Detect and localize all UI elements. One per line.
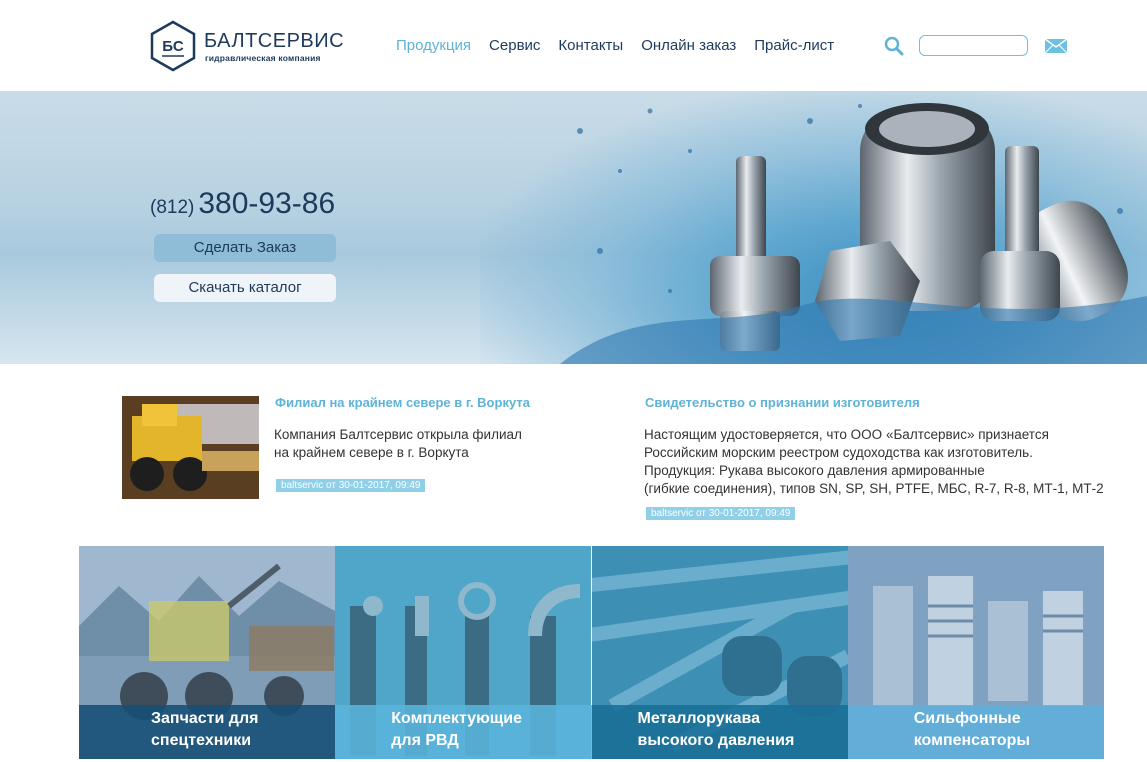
download-catalog-button[interactable]: Скачать каталог <box>154 274 336 302</box>
tile-label-line: для РВД <box>391 732 459 749</box>
logo-tagline: гидравлическая компания <box>205 53 321 63</box>
phone-digits: 380-93-86 <box>198 187 336 220</box>
tile-label-line: высокого давления <box>637 732 795 749</box>
tile-metal-hoses[interactable]: Металлорукава высокого давления <box>591 546 848 759</box>
news-title[interactable]: Свидетельство о признании изготовителя <box>645 395 920 410</box>
news-text-line: Продукция: Рукава высокого давления арми… <box>644 463 985 478</box>
news-title[interactable]: Филиал на крайнем севере в г. Воркута <box>275 395 530 410</box>
tile-label-line: Запчасти для <box>151 710 259 727</box>
tile-label: Сильфонные компенсаторы <box>914 708 1030 752</box>
news-meta-badge: baltservic от 30-01-2017, 09:49 <box>646 507 796 520</box>
tile-label: Комплектующие для РВД <box>391 708 522 752</box>
search-input[interactable] <box>919 35 1028 56</box>
tile-label-line: спецтехники <box>151 732 252 749</box>
tile-label-line: Комплектующие <box>391 710 522 727</box>
tile-label: Металлорукава высокого давления <box>638 708 795 752</box>
nav-item-products[interactable]: Продукция <box>396 37 471 54</box>
logo-hexagon-icon: БС <box>150 20 196 72</box>
news-text-line: Российским морским реестром судоходства … <box>644 445 1033 460</box>
hydraulic-fittings-image <box>560 103 1147 364</box>
svg-text:БС: БС <box>162 38 184 55</box>
news-text-line: на крайнем севере в г. Воркута <box>274 445 469 460</box>
tile-label-line: Сильфонные <box>913 710 1021 727</box>
tile-hose-components[interactable]: Комплектующие для РВД <box>335 546 592 759</box>
news-meta-badge: baltservic от 30-01-2017, 09:49 <box>276 479 426 492</box>
tile-bellows-compensators[interactable]: Сильфонные компенсаторы <box>847 546 1104 759</box>
nav-item-price-list[interactable]: Прайс-лист <box>754 37 834 54</box>
phone-code: (812) <box>150 197 195 218</box>
nav-item-online-order[interactable]: Онлайн заказ <box>641 37 736 54</box>
logo-name: БАЛТСЕРВИС <box>204 30 345 52</box>
news-text-line: (гибкие соединения), типов SN, SP, SH, P… <box>644 481 1104 496</box>
phone-number: (812) 380-93-86 <box>150 187 335 221</box>
tile-label-line: Металлорукава <box>637 710 761 727</box>
nav-item-service[interactable]: Сервис <box>489 37 540 54</box>
order-button[interactable]: Сделать Заказ <box>154 234 336 262</box>
main-nav: Продукция Сервис Контакты Онлайн заказ П… <box>396 37 834 54</box>
hero-banner: (812) 380-93-86 Сделать Заказ Скачать кат… <box>0 91 1147 364</box>
tile-special-equipment-parts[interactable]: Запчасти для спецтехники <box>79 546 336 759</box>
news-text: Настоящим удостоверяется, что ООО «Балтс… <box>644 426 1104 498</box>
news-text: Компания Балтсервис открыла филиал на кр… <box>274 426 522 462</box>
toy-truck-image <box>122 396 259 499</box>
search-icon[interactable] <box>884 36 904 56</box>
news-thumbnail[interactable] <box>122 396 259 499</box>
nav-item-contacts[interactable]: Контакты <box>558 37 623 54</box>
tile-label: Запчасти для спецтехники <box>151 708 258 752</box>
category-tiles: Запчасти для спецтехники Комплектующие д… <box>79 546 1104 759</box>
tile-label-line: компенсаторы <box>913 732 1030 749</box>
mail-icon[interactable] <box>1044 38 1068 54</box>
site-header: БС БАЛТСЕРВИС гидравлическая компания Пр… <box>0 0 1147 91</box>
news-text-line: Компания Балтсервис открыла филиал <box>274 427 522 442</box>
news-text-line: Настоящим удостоверяется, что ООО «Балтс… <box>644 427 1049 442</box>
logo[interactable]: БС БАЛТСЕРВИС гидравлическая компания <box>150 20 350 74</box>
